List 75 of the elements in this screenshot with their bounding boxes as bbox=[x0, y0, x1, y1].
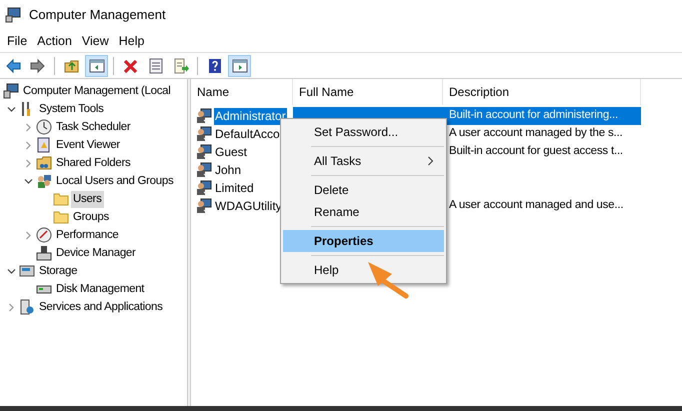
expanded-chevron-icon[interactable] bbox=[6, 104, 16, 114]
user-icon bbox=[196, 108, 212, 124]
device-icon bbox=[36, 245, 52, 261]
table-cell-text: A user account managed by the s... bbox=[448, 126, 624, 142]
storage-icon bbox=[19, 263, 35, 279]
user-icon bbox=[196, 144, 212, 160]
tree-item[interactable]: Performance bbox=[54, 226, 121, 244]
menu-item[interactable]: Properties bbox=[283, 230, 444, 259]
table-cell[interactable]: DefaultAcco bbox=[214, 126, 281, 142]
computer-icon bbox=[5, 7, 21, 23]
table-cell[interactable]: John bbox=[214, 162, 242, 178]
tree-item[interactable]: Groups bbox=[71, 208, 111, 226]
column-header[interactable]: Description bbox=[443, 79, 641, 105]
menu-item[interactable]: View bbox=[76, 32, 114, 50]
user-icon bbox=[196, 126, 212, 142]
tree-item[interactable]: Local Users and Groups bbox=[54, 172, 176, 190]
menu-item[interactable]: Rename bbox=[283, 201, 444, 230]
services-icon bbox=[19, 299, 35, 315]
column-header[interactable]: Name bbox=[191, 79, 293, 105]
column-header[interactable]: Full Name bbox=[293, 79, 443, 105]
clock-icon bbox=[36, 119, 52, 135]
folder-up-icon bbox=[64, 58, 80, 74]
menu-item[interactable]: Help bbox=[114, 32, 150, 50]
panel-icon bbox=[232, 58, 248, 74]
tree-item[interactable]: Event Viewer bbox=[54, 136, 122, 154]
window-title: Computer Management bbox=[29, 6, 166, 24]
panel-icon bbox=[88, 58, 104, 74]
submenu-chevron-icon bbox=[427, 156, 434, 166]
user-icon bbox=[196, 198, 212, 214]
expanded-chevron-icon[interactable] bbox=[6, 266, 16, 276]
forward-arrow-icon bbox=[30, 58, 46, 74]
collapsed-chevron-icon[interactable] bbox=[6, 302, 16, 312]
gauge-icon bbox=[36, 227, 52, 243]
toolbar-button[interactable] bbox=[228, 54, 251, 76]
tree-item[interactable]: Computer Management (Local bbox=[21, 82, 173, 100]
user-icon bbox=[196, 162, 212, 178]
table-cell: Built-in account for administering... bbox=[443, 107, 641, 125]
computer-icon bbox=[3, 83, 19, 99]
tree-item[interactable]: Device Manager bbox=[54, 244, 138, 262]
tree-item[interactable]: System Tools bbox=[37, 100, 106, 118]
users-icon bbox=[36, 173, 52, 189]
collapsed-chevron-icon[interactable] bbox=[24, 122, 32, 132]
tree-item[interactable]: Task Scheduler bbox=[54, 118, 132, 136]
back-arrow-icon bbox=[4, 58, 20, 74]
annotation-arrow-icon bbox=[366, 260, 410, 300]
table-cell-text: Built-in account for guest access t... bbox=[448, 144, 624, 160]
table-cell[interactable]: Limited bbox=[214, 180, 255, 196]
log-icon bbox=[36, 137, 52, 153]
menu-item[interactable]: Help bbox=[283, 259, 444, 281]
properties-icon bbox=[148, 58, 164, 74]
collapsed-chevron-icon[interactable] bbox=[24, 158, 32, 168]
menu-item[interactable]: All Tasks bbox=[283, 150, 444, 179]
toolbar-button[interactable] bbox=[85, 54, 108, 76]
user-icon bbox=[196, 180, 212, 196]
table-cell[interactable]: Guest bbox=[214, 144, 248, 160]
help-icon bbox=[206, 58, 222, 74]
tree-item[interactable]: Storage bbox=[37, 262, 80, 280]
menu-item[interactable]: Delete bbox=[283, 179, 444, 201]
tree-item[interactable]: Shared Folders bbox=[54, 154, 132, 172]
expanded-chevron-icon[interactable] bbox=[24, 176, 32, 186]
export-icon bbox=[172, 58, 188, 74]
collapsed-chevron-icon[interactable] bbox=[24, 140, 32, 150]
folder-icon bbox=[53, 191, 69, 207]
menu-item[interactable]: File bbox=[2, 32, 32, 50]
table-cell-text: A user account managed and use... bbox=[448, 198, 624, 214]
table-cell[interactable]: Administrator bbox=[214, 108, 287, 124]
collapsed-chevron-icon[interactable] bbox=[24, 230, 32, 240]
tree-item[interactable]: Users bbox=[71, 190, 104, 208]
tree-item[interactable]: Disk Management bbox=[54, 280, 146, 298]
table-cell[interactable]: WDAGUtility bbox=[214, 198, 283, 214]
delete-icon bbox=[122, 58, 138, 74]
menu-item[interactable]: Action bbox=[32, 32, 77, 50]
folder-icon bbox=[53, 209, 69, 225]
tree-item[interactable]: Services and Applications bbox=[37, 298, 165, 316]
shared-folder-icon bbox=[36, 155, 52, 171]
